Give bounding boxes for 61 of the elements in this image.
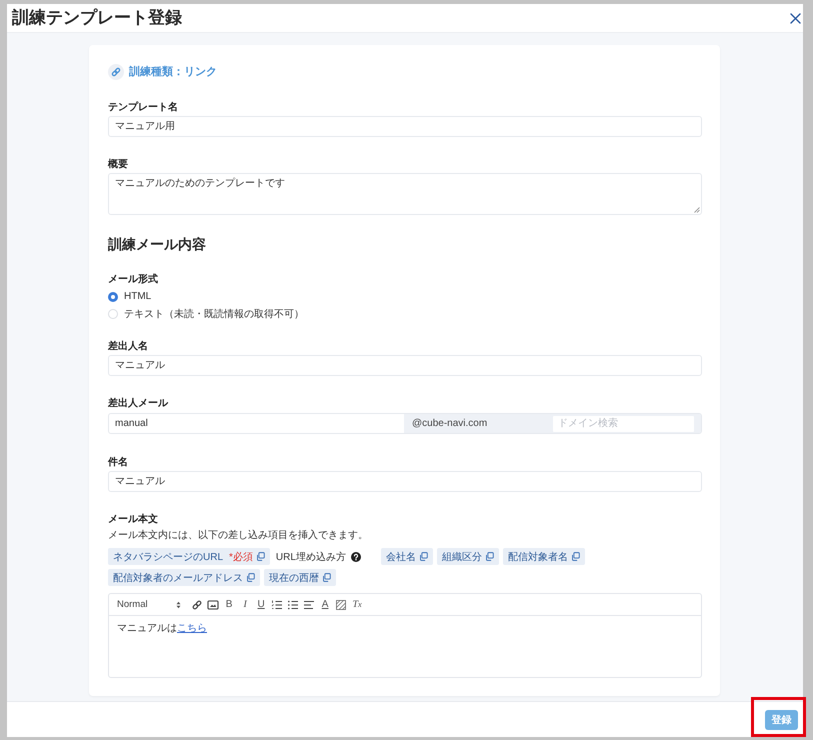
copy-icon: [570, 552, 580, 561]
domain-label: @cube-navi.com: [412, 418, 488, 429]
copy-icon: [418, 552, 428, 561]
radio-option[interactable]: HTML: [108, 288, 152, 305]
field-label: メール形式: [108, 273, 159, 287]
bullet-list-button[interactable]: [286, 598, 300, 612]
copy-icon: [256, 552, 265, 561]
copy-icon: [484, 552, 494, 561]
ordered-list-button[interactable]: [270, 598, 284, 612]
field-label: メール本文: [108, 513, 159, 527]
align-left-icon: [303, 598, 316, 610]
bullet-list-icon: [287, 598, 300, 610]
editor-text: マニュアルはこちら: [117, 622, 207, 636]
format-select-text: Normal: [117, 599, 148, 610]
underline-button[interactable]: U: [254, 598, 268, 612]
text-link[interactable]: こちら: [177, 623, 207, 634]
url-embed-help[interactable]: URL埋め込み方: [276, 550, 361, 564]
merge-tag-button[interactable]: 会社名: [380, 548, 433, 565]
resize-handle-icon[interactable]: [694, 207, 700, 213]
required-mark: *必須: [229, 550, 253, 564]
link-button[interactable]: [190, 598, 204, 612]
link-icon: [108, 64, 124, 80]
numbered-list-icon: [271, 598, 284, 610]
merge-tag-button[interactable]: 現在の西暦: [264, 569, 336, 586]
italic-button[interactable]: I: [238, 598, 252, 612]
text-input[interactable]: マニュアル用: [108, 116, 702, 137]
copy-icon: [246, 573, 255, 582]
email-input[interactable]: manual: [109, 414, 404, 433]
field-label: 差出人名: [108, 340, 149, 354]
radio-icon[interactable]: [108, 292, 118, 302]
window-title: 訓練テンプレート登録: [12, 7, 182, 29]
radio-icon[interactable]: [108, 308, 118, 318]
bold-button[interactable]: B: [222, 598, 236, 612]
field-label: 概要: [108, 158, 129, 172]
link-icon: [191, 598, 204, 610]
merge-tag-button[interactable]: 配信対象者名: [502, 548, 585, 565]
background-color-button[interactable]: [334, 598, 348, 612]
hint-text: メール本文内には、以下の差し込み項目を挿入できます。: [108, 529, 369, 543]
text-color-button[interactable]: A: [318, 598, 332, 612]
text-input[interactable]: マニュアル: [108, 355, 702, 376]
field-label: テンプレート名: [108, 101, 179, 115]
textarea-text: マニュアルのためのテンプレートです: [115, 177, 285, 190]
merge-tag-button[interactable]: 配信対象者のメールアドレス: [108, 569, 260, 586]
text-input[interactable]: マニュアル: [108, 471, 702, 492]
image-button[interactable]: [206, 598, 220, 612]
radio-option[interactable]: テキスト（未読・既読情報の取得不可）: [108, 305, 304, 322]
hatched-square-icon: [335, 598, 348, 610]
merge-tag-button[interactable]: 組織区分: [436, 548, 499, 565]
field-label: 差出人メール: [108, 397, 170, 411]
section-heading: 訓練メール内容: [108, 235, 207, 254]
editor-body[interactable]: マニュアルはこちら: [109, 616, 701, 677]
textarea-field[interactable]: マニュアルのためのテンプレートです: [108, 173, 702, 215]
format-select[interactable]: Normal: [117, 599, 181, 610]
help-icon: [350, 552, 361, 562]
image-icon: [207, 598, 220, 610]
merge-tag-button[interactable]: ネタバラシページのURL *必須: [108, 548, 270, 565]
up-down-arrows-icon: [176, 600, 181, 608]
close-icon[interactable]: [790, 12, 801, 24]
copy-icon: [322, 573, 331, 582]
field-label: 件名: [108, 456, 129, 470]
training-type-label: 訓練種類：リンク: [129, 64, 217, 80]
